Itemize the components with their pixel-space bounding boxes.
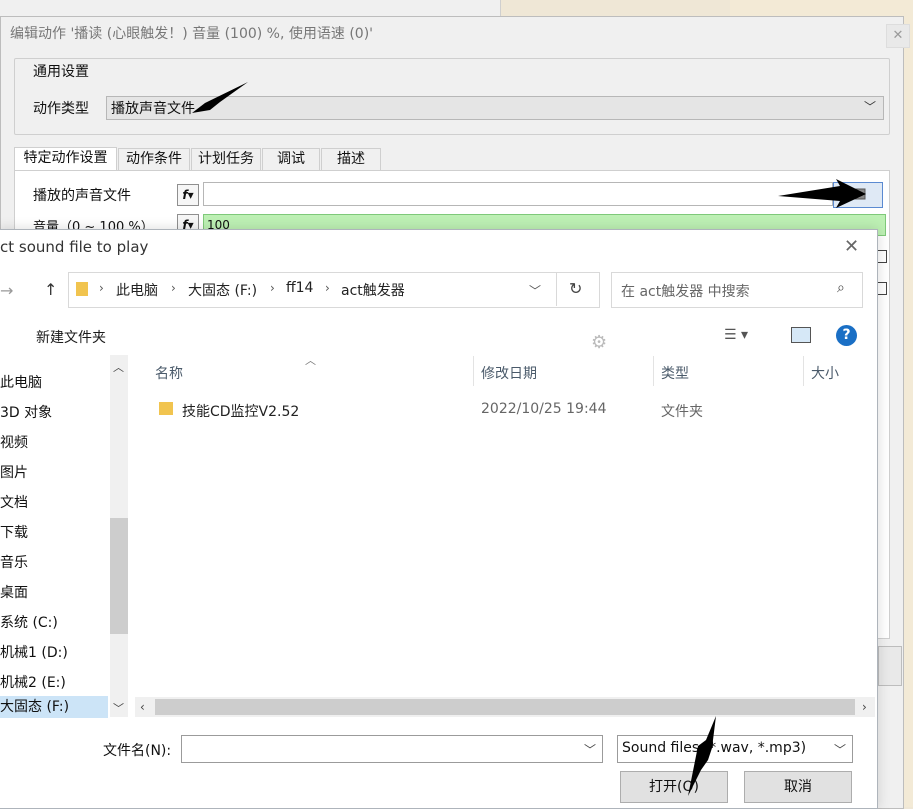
annotation-arrows [192,82,866,796]
arrow-pointer-icon [688,716,716,796]
arrow-pointer-icon [192,82,248,113]
arrow-pointer-icon [778,179,866,208]
